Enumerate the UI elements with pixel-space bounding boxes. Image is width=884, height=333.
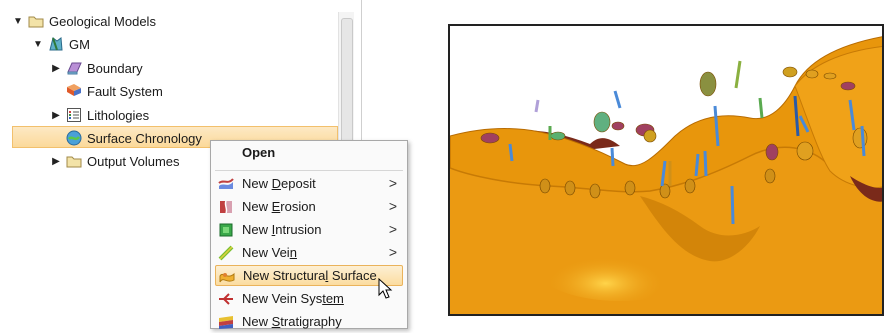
submenu-arrow-icon: > [388,221,397,237]
tree-item-gm[interactable]: ▼ GM [32,33,90,55]
3d-scene-view[interactable] [448,24,884,316]
tree-item-output-volumes[interactable]: ▶ Output Volumes [50,150,180,172]
tree-item-label: Output Volumes [87,153,180,169]
tree-item-label: Lithologies [87,107,150,123]
menu-label: New Vein System [242,291,344,306]
tree-item-label: Geological Models [49,13,156,29]
erosion-icon [218,199,234,215]
expand-arrow-icon[interactable]: ▼ [32,39,44,50]
menu-label: New Erosion [242,199,316,214]
collapsed-arrow-icon[interactable]: ▶ [50,110,62,121]
menu-label: New Stratigraphy [242,314,342,329]
menu-item-new-vein[interactable]: New Vein > [215,242,403,263]
tree-item-geological-models[interactable]: ▼ Geological Models [12,10,156,32]
menu-label: New Vein [242,245,297,260]
stratigraphy-icon [218,314,234,330]
expand-arrow-icon[interactable]: ▼ [12,16,24,27]
menu-item-new-deposit[interactable]: New Deposit > [215,173,403,194]
submenu-arrow-icon: > [388,175,397,191]
structural-surface-icon [219,268,235,284]
tree-item-label: GM [69,36,90,52]
submenu-arrow-icon: > [388,198,397,214]
menu-label: New Deposit [242,176,316,191]
tree-item-lithologies[interactable]: ▶ Lithologies [50,104,149,126]
geomodel-icon [48,36,64,52]
menu-item-new-structural-surface[interactable]: New Structural Surface [215,265,403,286]
collapsed-arrow-icon[interactable]: ▶ [50,63,62,74]
deposit-icon [218,176,234,192]
lithologies-icon [66,107,82,123]
fault-system-icon [66,83,82,99]
tree-item-label: Surface Chronology [87,130,202,146]
boundary-icon [66,60,82,76]
collapsed-arrow-icon[interactable]: ▶ [50,156,62,167]
menu-item-new-vein-system[interactable]: New Vein System [215,288,403,309]
vein-system-icon [218,291,234,307]
folder-icon [28,13,44,29]
menu-item-new-intrusion[interactable]: New Intrusion > [215,219,403,240]
intrusion-icon [218,222,234,238]
vein-icon [218,245,234,261]
submenu-arrow-icon: > [388,244,397,260]
context-menu: Open New Deposit > New Erosion > New Int… [210,140,408,329]
tree-item-fault-system[interactable]: Fault System [66,80,163,102]
menu-separator [215,170,403,171]
geological-surface-render [450,36,882,314]
menu-item-new-erosion[interactable]: New Erosion > [215,196,403,217]
tree-item-boundary[interactable]: ▶ Boundary [50,57,143,79]
menu-label: New Intrusion [242,222,322,237]
tree-item-surface-chronology[interactable]: Surface Chronology [66,127,202,149]
menu-label: New Structural Surface [243,268,377,283]
menu-item-open[interactable]: Open [242,145,275,160]
tree-item-label: Boundary [87,60,143,76]
folder-icon [66,153,82,169]
tree-item-label: Fault System [87,83,163,99]
surface-chronology-icon [66,130,82,146]
mouse-cursor-icon [378,278,393,299]
